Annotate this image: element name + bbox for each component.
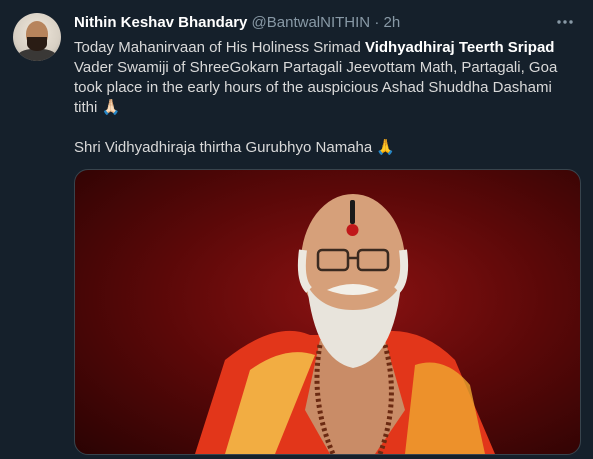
portrait-illustration [195, 194, 495, 454]
tweet: Nithin Keshav Bhandary @BantwalNITHIN · … [0, 0, 593, 459]
text-segment: Shri Vidhyadhiraja thirtha Gurubhyo Nama… [74, 139, 373, 156]
author-name[interactable]: Nithin Keshav Bhandary [74, 14, 247, 31]
more-dots-icon[interactable] [555, 12, 575, 32]
folded-hands-emoji: 🙏🏻 [101, 99, 121, 116]
text-bold-segment: Vidhyadhiraj Teerth Sripad [364, 39, 555, 56]
tweet-header: Nithin Keshav Bhandary @BantwalNITHIN · … [74, 13, 573, 33]
separator-dot: · [374, 14, 380, 31]
tweet-text: Today Mahanirvaan of His Holiness Srimad… [74, 38, 579, 158]
tweet-paragraph-2: Shri Vidhyadhiraja thirtha Gurubhyo Nama… [74, 138, 579, 158]
avatar-beard [27, 37, 47, 51]
text-segment: Today Mahanirvaan of His Holiness Srimad [74, 39, 365, 56]
tweet-time[interactable]: 2h [383, 14, 400, 31]
folded-hands-emoji: 🙏 [376, 139, 396, 156]
tweet-photo[interactable] [74, 169, 581, 455]
author-handle[interactable]: @BantwalNITHIN [252, 14, 371, 31]
tweet-paragraph-1: Today Mahanirvaan of His Holiness Srimad… [74, 38, 579, 118]
avatar[interactable] [13, 13, 61, 61]
text-segment: Vader Swamiji of ShreeGokarn Partagali J… [74, 59, 558, 116]
